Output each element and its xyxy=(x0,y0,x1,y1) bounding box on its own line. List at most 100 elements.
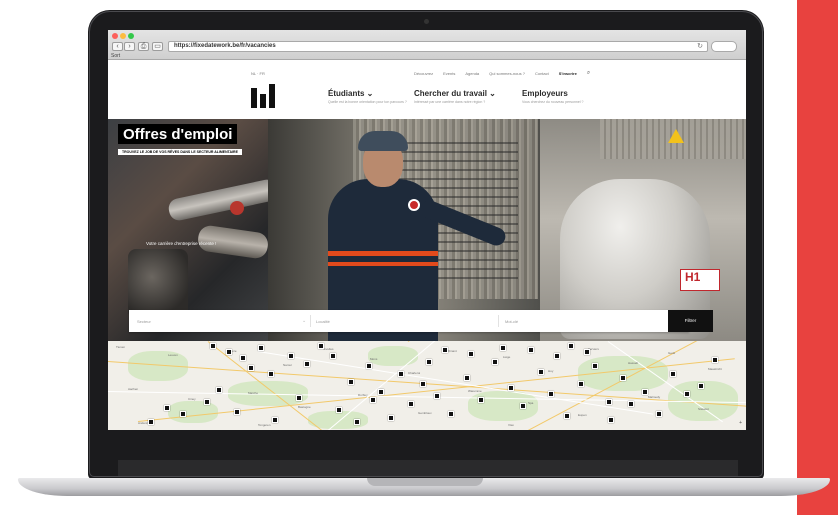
maximize-window-icon[interactable] xyxy=(128,33,134,39)
job-location-pin[interactable] xyxy=(684,391,690,397)
job-location-pin[interactable] xyxy=(268,371,274,377)
tabs-icon[interactable]: ▭ xyxy=(152,42,163,51)
job-location-pin[interactable] xyxy=(538,369,544,375)
job-location-pin[interactable] xyxy=(698,383,704,389)
job-location-pin[interactable] xyxy=(548,391,554,397)
job-location-pin[interactable] xyxy=(234,409,240,415)
browser-search-box[interactable] xyxy=(711,41,737,52)
close-window-icon[interactable] xyxy=(112,33,118,39)
chevron-down-icon[interactable]: ⌄ xyxy=(302,318,306,324)
job-location-pin[interactable] xyxy=(210,343,216,349)
job-location-pin[interactable] xyxy=(628,401,634,407)
job-location-pin[interactable] xyxy=(520,403,526,409)
job-location-pin[interactable] xyxy=(204,399,210,405)
back-arrow-icon[interactable]: ‹ xyxy=(112,42,123,51)
job-location-pin[interactable] xyxy=(378,389,384,395)
search-icon[interactable]: ⌕ xyxy=(587,70,590,76)
job-location-pin[interactable] xyxy=(388,415,394,421)
divider xyxy=(498,315,499,327)
job-location-pin[interactable] xyxy=(492,359,498,365)
job-location-pin[interactable] xyxy=(464,375,470,381)
bookmarks-bar[interactable]: Sort xyxy=(111,53,120,59)
forward-arrow-icon[interactable]: › xyxy=(124,42,135,51)
map-town-label: Maastricht xyxy=(708,367,722,371)
keyword-input[interactable]: Mot-clé xyxy=(505,319,518,324)
job-location-pin[interactable] xyxy=(568,343,574,349)
job-location-pin[interactable] xyxy=(554,353,560,359)
valve xyxy=(230,201,244,215)
job-location-pin[interactable] xyxy=(608,417,614,423)
map-town-label: Malmedy xyxy=(648,395,661,399)
jobs-map[interactable]: Tienen Leuven Wavre Namur Nivelles Mons Charle… xyxy=(108,341,746,430)
reload-icon[interactable]: ↻ xyxy=(697,42,703,50)
job-location-pin[interactable] xyxy=(408,401,414,407)
address-bar[interactable]: https://fixedatework.be/fr/vacancies ↻ xyxy=(168,41,708,52)
utility-link[interactable]: Contact xyxy=(535,71,549,76)
job-location-pin[interactable] xyxy=(348,379,354,385)
marketing-mockup: ‹ › ⎙ ▭ https://fixedatework.be/fr/vacan… xyxy=(0,0,838,515)
job-location-pin[interactable] xyxy=(434,393,440,399)
language-switcher[interactable]: NL · FR xyxy=(251,71,265,76)
job-location-pin[interactable] xyxy=(656,411,662,417)
job-location-pin[interactable] xyxy=(592,363,598,369)
job-location-pin[interactable] xyxy=(712,357,718,363)
job-location-pin[interactable] xyxy=(670,371,676,377)
job-location-pin[interactable] xyxy=(148,419,154,425)
job-location-pin[interactable] xyxy=(442,347,448,353)
forest-area xyxy=(468,391,538,421)
utility-link[interactable]: Découvrez xyxy=(414,71,433,76)
utility-link[interactable]: Agenda xyxy=(465,71,479,76)
job-location-pin[interactable] xyxy=(336,407,342,413)
job-location-pin[interactable] xyxy=(606,399,612,405)
laptop-screen: ‹ › ⎙ ▭ https://fixedatework.be/fr/vacan… xyxy=(108,30,746,430)
job-location-pin[interactable] xyxy=(296,395,302,401)
job-location-pin[interactable] xyxy=(448,411,454,417)
job-location-pin[interactable] xyxy=(330,353,336,359)
nav-job-search[interactable]: Chercher du travail ⌄ Intéressé par une … xyxy=(414,89,496,104)
job-location-pin[interactable] xyxy=(258,345,264,351)
zoom-in-button[interactable]: + xyxy=(739,420,742,426)
site-logo[interactable] xyxy=(251,84,275,108)
job-location-pin[interactable] xyxy=(180,411,186,417)
job-location-pin[interactable] xyxy=(318,343,324,349)
job-location-pin[interactable] xyxy=(564,413,570,419)
sector-select[interactable]: Secteur xyxy=(137,319,151,324)
job-location-pin[interactable] xyxy=(370,397,376,403)
job-location-pin[interactable] xyxy=(620,375,626,381)
job-location-pin[interactable] xyxy=(366,363,372,369)
share-icon[interactable]: ⎙ xyxy=(138,42,149,51)
job-location-pin[interactable] xyxy=(216,387,222,393)
job-location-pin[interactable] xyxy=(304,361,310,367)
job-location-pin[interactable] xyxy=(508,385,514,391)
job-location-pin[interactable] xyxy=(248,365,254,371)
job-location-pin[interactable] xyxy=(642,389,648,395)
job-location-pin[interactable] xyxy=(528,347,534,353)
forest-area xyxy=(368,346,418,366)
map-town-label: Eupen xyxy=(578,413,587,417)
job-location-pin[interactable] xyxy=(398,371,404,377)
job-location-pin[interactable] xyxy=(164,405,170,411)
job-location-pin[interactable] xyxy=(578,381,584,387)
minimize-window-icon[interactable] xyxy=(120,33,126,39)
nav-employers[interactable]: Employeurs Vous cherchez du nouveau pers… xyxy=(522,89,584,104)
nav-students[interactable]: Étudiants ⌄ Quelle est la bonne orientat… xyxy=(328,89,407,104)
job-location-pin[interactable] xyxy=(240,355,246,361)
warning-sign-icon xyxy=(668,129,684,143)
job-location-pin[interactable] xyxy=(468,351,474,357)
job-location-pin[interactable] xyxy=(500,345,506,351)
laptop-notch xyxy=(367,478,483,486)
location-input[interactable]: Localité xyxy=(316,319,330,324)
job-location-pin[interactable] xyxy=(288,353,294,359)
job-location-pin[interactable] xyxy=(354,419,360,425)
nav-label: Étudiants ⌄ xyxy=(328,89,374,98)
job-location-pin[interactable] xyxy=(584,349,590,355)
job-location-pin[interactable] xyxy=(420,381,426,387)
utility-link[interactable]: Qui sommes-nous ? xyxy=(489,71,525,76)
filter-button[interactable]: Filtrer xyxy=(668,310,713,332)
job-location-pin[interactable] xyxy=(226,349,232,355)
job-location-pin[interactable] xyxy=(478,397,484,403)
utility-link[interactable]: Events xyxy=(443,71,455,76)
job-location-pin[interactable] xyxy=(272,417,278,423)
utility-link-register[interactable]: S'inscrire xyxy=(559,71,577,76)
job-location-pin[interactable] xyxy=(426,359,432,365)
